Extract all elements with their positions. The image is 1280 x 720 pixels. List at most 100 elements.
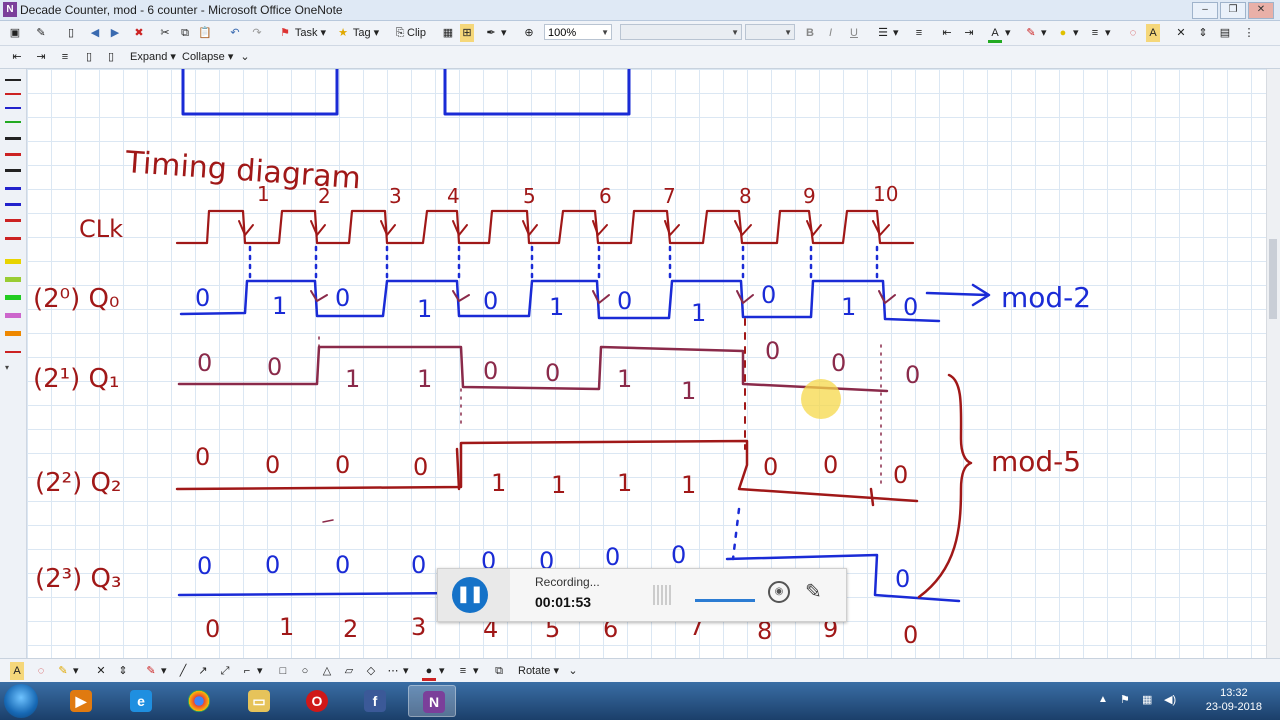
- numbering-icon[interactable]: ≡: [912, 24, 926, 42]
- increase-indent-icon[interactable]: ⇥: [962, 24, 976, 42]
- clip-button[interactable]: ⎘ Clip: [393, 24, 426, 42]
- parallelogram-tool-icon[interactable]: ▱: [342, 662, 356, 680]
- fill-color-icon[interactable]: ● ▾: [422, 662, 445, 681]
- copy-icon[interactable]: ⧉: [178, 24, 192, 42]
- taskbar-media-player[interactable]: ▶: [56, 685, 104, 717]
- pause-button[interactable]: ❚❚: [452, 577, 488, 613]
- highlighter-icon[interactable]: ● ▾: [1056, 24, 1079, 42]
- triangle-tool-icon[interactable]: △: [320, 662, 334, 680]
- vertical-scrollbar[interactable]: [1266, 69, 1280, 658]
- pen-color-icon[interactable]: ✎ ▾: [1024, 24, 1046, 42]
- move-up-icon[interactable]: ≡: [58, 48, 72, 66]
- show-hidden-icons-icon[interactable]: ▲: [1098, 694, 1108, 705]
- insert-space-icon[interactable]: ⇕: [1196, 24, 1210, 42]
- taskbar-file-explorer[interactable]: ▭: [234, 685, 282, 717]
- drag-grip-icon[interactable]: [653, 585, 673, 605]
- onenote-app-icon[interactable]: N: [3, 2, 17, 17]
- lasso-select-icon[interactable]: ◌: [34, 662, 48, 680]
- green-pen-icon[interactable]: [5, 121, 21, 123]
- pen-tool-icon[interactable]: ✎ ▾: [144, 662, 166, 680]
- red-thick-pen-icon[interactable]: [5, 219, 21, 222]
- lasso-icon[interactable]: ◌: [1126, 24, 1140, 42]
- taskbar-onenote[interactable]: N: [408, 685, 456, 717]
- collapse-all-icon[interactable]: ▯: [104, 48, 118, 66]
- type-mode-icon[interactable]: A: [1146, 24, 1160, 42]
- orange-highlighter-icon[interactable]: [5, 331, 21, 336]
- eraser-tool-icon[interactable]: ✕: [94, 662, 108, 680]
- network-icon[interactable]: ▦: [1142, 693, 1152, 706]
- underline-button[interactable]: U: [850, 24, 858, 42]
- back-icon[interactable]: ◀: [88, 24, 102, 42]
- decrease-indent-icon[interactable]: ⇤: [940, 24, 954, 42]
- maximize-button[interactable]: ❐: [1220, 2, 1246, 19]
- rotate-button[interactable]: Rotate ▾: [518, 662, 559, 680]
- bold-button[interactable]: B: [806, 24, 814, 42]
- options-icon[interactable]: ⋮: [1242, 24, 1256, 42]
- font-color-icon[interactable]: A ▾: [988, 24, 1011, 43]
- highlighter-tool-icon[interactable]: ✎ ▾: [56, 662, 78, 680]
- taskbar-facebook[interactable]: f: [350, 685, 398, 717]
- palette-more-icon[interactable]: ▾: [5, 364, 21, 372]
- webcam-icon[interactable]: ◉: [768, 581, 790, 603]
- flag-icon[interactable]: ⚑: [1120, 693, 1130, 706]
- pink-highlighter-icon[interactable]: [5, 313, 21, 318]
- redo-icon[interactable]: ↷: [250, 24, 264, 42]
- start-button[interactable]: [4, 684, 38, 718]
- taskbar-chrome[interactable]: [174, 685, 222, 717]
- circle-tool-icon[interactable]: ○: [298, 662, 312, 680]
- delete-icon[interactable]: ✖: [132, 24, 146, 42]
- undo-icon[interactable]: ↶: [228, 24, 242, 42]
- eraser-icon[interactable]: ✕: [1174, 24, 1188, 42]
- pen-mode-icon[interactable]: ✒ ▾: [484, 24, 506, 42]
- audio-level-slider[interactable]: [695, 599, 755, 602]
- taskbar-clock[interactable]: 13:32 23-09-2018: [1206, 686, 1262, 714]
- font-select[interactable]: ▼: [620, 24, 742, 40]
- minimize-button[interactable]: –: [1192, 2, 1218, 19]
- move-down-icon[interactable]: ▯: [82, 48, 96, 66]
- cut-icon[interactable]: ✂: [158, 24, 172, 42]
- black-marker-icon[interactable]: [5, 137, 21, 140]
- tag-button[interactable]: ★ Tag ▾: [336, 24, 379, 42]
- navy-pen-icon[interactable]: [5, 203, 21, 206]
- diamond-tool-icon[interactable]: ◇: [364, 662, 378, 680]
- insert-space-tool-icon[interactable]: ⇕: [116, 662, 130, 680]
- italic-button[interactable]: I: [829, 24, 832, 42]
- view-icon[interactable]: ▣: [8, 24, 22, 42]
- drawing-toolbar-options-icon[interactable]: ⌄: [566, 662, 580, 680]
- expand-button[interactable]: Expand ▾: [130, 48, 176, 66]
- dark-red-pen-icon[interactable]: [5, 237, 21, 240]
- taskbar-opera[interactable]: O: [292, 685, 340, 717]
- double-arrow-tool-icon[interactable]: ⤢: [218, 662, 232, 680]
- red-pen-icon[interactable]: [5, 93, 21, 95]
- line-tool-icon[interactable]: ╱: [176, 662, 190, 680]
- toolbar-options-icon[interactable]: ⌄: [238, 48, 252, 66]
- shape-menu-icon[interactable]: ⋯ ▾: [386, 662, 409, 680]
- rectangle-tool-icon[interactable]: □: [276, 662, 290, 680]
- line-weight-icon[interactable]: ≡ ▾: [1088, 24, 1111, 42]
- yellow-highlighter-icon[interactable]: [5, 259, 21, 264]
- annotate-pen-icon[interactable]: ✎: [805, 579, 822, 604]
- scrollbar-thumb[interactable]: [1269, 239, 1277, 319]
- black-thick-pen-icon[interactable]: [5, 169, 21, 172]
- zoom-select[interactable]: 100% ▼: [544, 24, 612, 40]
- table-icon[interactable]: ▦: [441, 24, 455, 42]
- taskbar-internet-explorer[interactable]: e: [116, 685, 164, 717]
- black-pen-icon[interactable]: [5, 79, 21, 81]
- collapse-button[interactable]: Collapse ▾: [182, 48, 233, 66]
- indent-left-icon[interactable]: ⇤: [10, 48, 24, 66]
- paste-icon[interactable]: 📋: [198, 24, 212, 42]
- close-button[interactable]: ✕: [1248, 2, 1274, 19]
- line-weight-tool-icon[interactable]: ≡ ▾: [456, 662, 479, 680]
- task-button[interactable]: ⚑ Task ▾: [278, 24, 326, 42]
- type-text-icon[interactable]: A: [10, 662, 24, 680]
- green-highlighter-icon[interactable]: [5, 295, 21, 300]
- forward-icon[interactable]: ▶: [108, 24, 122, 42]
- arrow-tool-icon[interactable]: ↗: [196, 662, 210, 680]
- full-page-icon[interactable]: ⊞: [460, 24, 474, 42]
- pin-icon[interactable]: ✎: [34, 24, 48, 42]
- blue-thick-pen-icon[interactable]: [5, 187, 21, 190]
- blue-pen-icon[interactable]: [5, 107, 21, 109]
- lime-highlighter-icon[interactable]: [5, 277, 21, 282]
- bullets-icon[interactable]: ☰ ▾: [876, 24, 899, 42]
- volume-icon[interactable]: ◀): [1164, 693, 1176, 706]
